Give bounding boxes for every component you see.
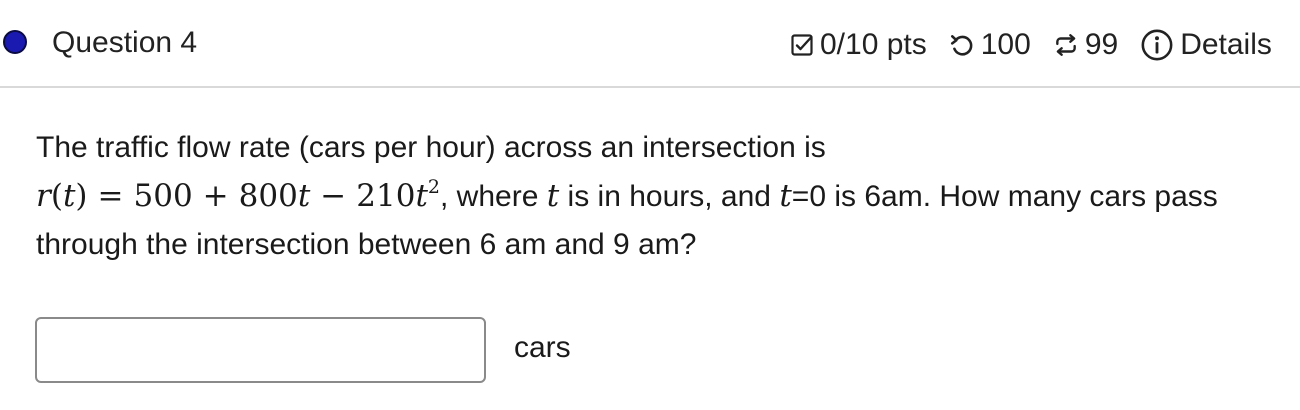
status-dot <box>3 30 27 54</box>
score-item: 0/10 pts <box>790 28 927 62</box>
versions-item: 99 <box>1053 28 1118 62</box>
formula-coef1: 800 <box>238 178 298 214</box>
attempts-text: 100 <box>980 28 1031 61</box>
formula-minus: − <box>320 178 347 214</box>
answer-input[interactable] <box>35 317 486 383</box>
rate-formula: r(t) = 500 +800t −210t2 <box>36 175 441 214</box>
question-intro: The traffic flow rate (cars per hour) ac… <box>36 131 826 164</box>
formula-var2: t <box>415 178 428 214</box>
answer-unit: cars <box>514 331 571 364</box>
formula-coef2: 210 <box>356 178 416 214</box>
question-title: Question 4 <box>52 26 198 59</box>
mid-text: is in hours, and <box>559 180 780 213</box>
formula-plus: + <box>202 178 229 214</box>
formula-var1: t <box>297 178 311 214</box>
question-page: Question 4 0/10 pts 100 99 Details The t… <box>0 0 1300 410</box>
formula-exponent: 2 <box>427 175 441 198</box>
variable-t: t <box>546 178 560 214</box>
question-meta: 0/10 pts 100 99 Details <box>790 25 1272 65</box>
repeat-arrows-icon <box>1055 34 1076 56</box>
checkbox-check-icon <box>791 34 813 56</box>
question-text: The traffic flow rate (cars per hour) ac… <box>36 124 1300 269</box>
formula-func: r <box>36 178 51 214</box>
formula-const: 500 <box>133 178 193 214</box>
details-label: Details <box>1180 28 1272 61</box>
versions-text: 99 <box>1084 28 1119 61</box>
variable-t-2: t <box>779 178 792 214</box>
info-circle-icon <box>1141 29 1173 61</box>
score-text: 0/10 pts <box>820 28 927 61</box>
undo-arrow-icon <box>950 35 973 56</box>
after-formula-text: , where <box>440 180 547 213</box>
formula-equals: = <box>97 178 124 214</box>
details-link[interactable]: Details <box>1140 28 1272 62</box>
question-header: Question 4 0/10 pts 100 99 Details <box>0 0 1300 88</box>
attempts-item: 100 <box>949 28 1031 62</box>
formula-arg: t <box>62 178 76 214</box>
